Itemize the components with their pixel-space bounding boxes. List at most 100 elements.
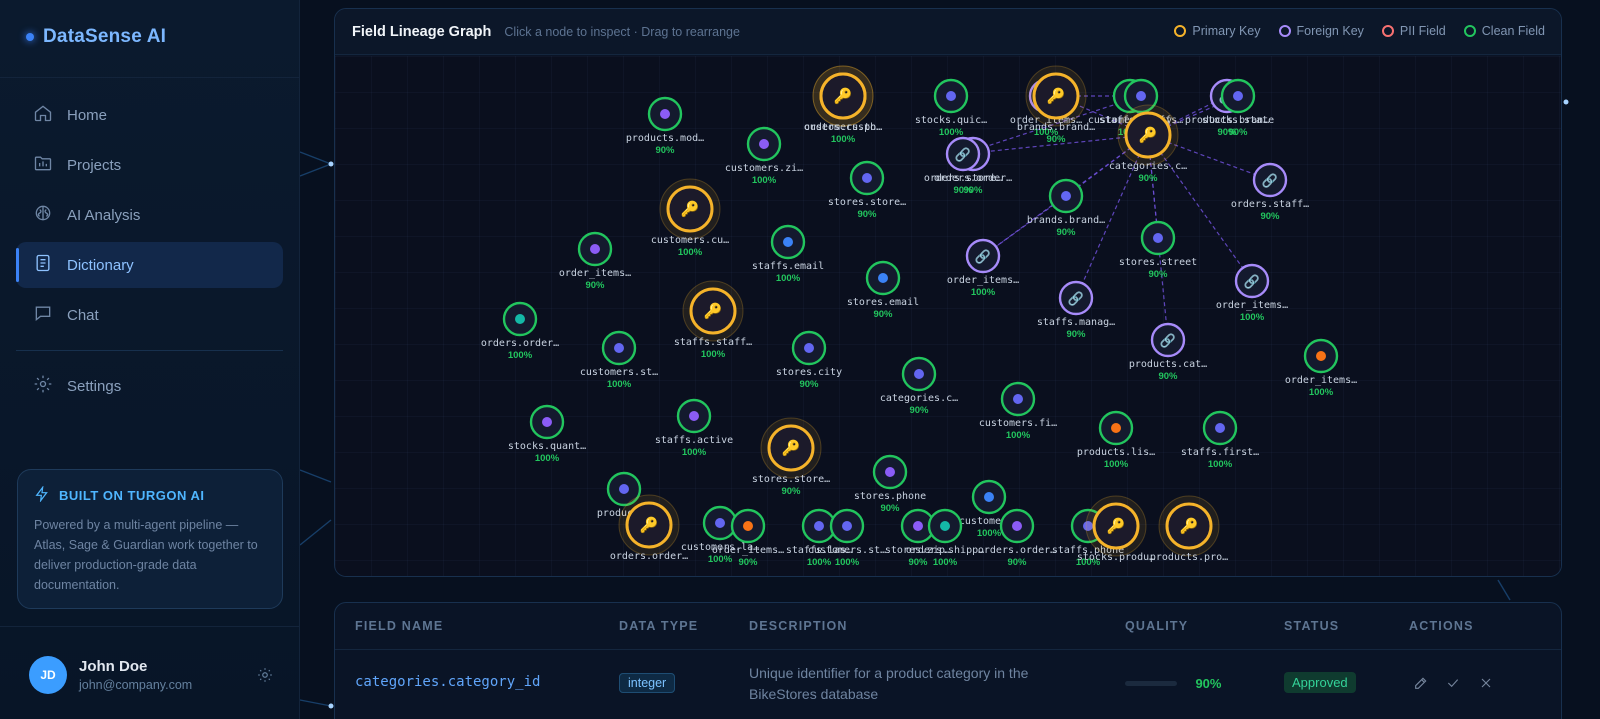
graph-node[interactable]: stocks.quic…100% (915, 78, 987, 138)
graph-node[interactable]: staffs.active100% (655, 398, 733, 458)
column-header-description[interactable]: DESCRIPTION (749, 619, 848, 633)
graph-node[interactable]: categories.c…90% (880, 356, 958, 416)
node-label: customers.zi… (725, 163, 803, 174)
graph-node[interactable]: 🔑 orders.custo…100% (804, 65, 882, 145)
approve-check-icon[interactable] (1445, 675, 1461, 691)
sidebar-item-projects[interactable]: Projects (16, 142, 283, 188)
node-label: products.cat… (1129, 359, 1207, 370)
node-dot-icon (715, 518, 725, 528)
node-quality: 90% (655, 145, 675, 156)
node-quality: 90% (1066, 329, 1086, 340)
node-quality: 100% (835, 557, 860, 568)
node-dot-icon (743, 521, 753, 531)
graph-node[interactable]: order_items…90% (559, 231, 631, 291)
graph-node[interactable]: 🔑 stocks.produ… (1077, 495, 1155, 563)
graph-node[interactable]: 🔗 order_items…100% (1216, 263, 1288, 323)
node-label: brands.brand… (1027, 215, 1105, 226)
column-header-field-name[interactable]: FIELD NAME (355, 619, 443, 633)
node-quality: 90% (880, 503, 900, 514)
sidebar-item-chat[interactable]: Chat (16, 292, 283, 338)
graph-node[interactable]: 🔗 orders.staff…90% (1231, 162, 1309, 222)
user-name: John Doe (79, 658, 148, 675)
avatar[interactable]: JD (29, 656, 67, 694)
graph-node[interactable]: 🔑 customers.cu…100% (651, 178, 729, 258)
graph-node[interactable]: brands.brand…90% (1027, 178, 1105, 238)
graph-node[interactable]: customers.fi…100% (979, 381, 1057, 441)
edit-icon[interactable] (1413, 675, 1429, 691)
graph-node[interactable]: stores.city90% (776, 330, 842, 390)
column-header-status[interactable]: STATUS (1284, 619, 1339, 633)
user-email: john@company.com (79, 678, 193, 692)
node-label: stores.store… (752, 474, 830, 485)
reject-close-icon[interactable] (1478, 675, 1494, 691)
graph-node[interactable]: stocks.quant…100% (508, 404, 586, 464)
sidebar-divider (0, 626, 300, 627)
legend-ring-icon (1381, 25, 1394, 37)
graph-node[interactable]: 🔗 staffs.manag…90% (1037, 280, 1115, 340)
data-type-cell: integer (619, 673, 676, 693)
graph-node[interactable]: stores.email90% (847, 260, 919, 320)
node-quality: 90% (585, 280, 605, 291)
graph-node[interactable]: customers.st…100% (580, 330, 658, 390)
node-quality: 100% (682, 447, 707, 458)
node-quality: 90% (953, 185, 973, 196)
graph-node[interactable]: 🔑 stores.store…90% (752, 417, 830, 497)
sidebar-item-label: AI Analysis (67, 206, 141, 224)
legend-item-foreign-key: Foreign Key (1278, 24, 1364, 38)
node-label: staffs.email (752, 261, 824, 272)
field-name-cell[interactable]: categories.category_id (355, 674, 540, 690)
node-label: customers.st… (580, 367, 658, 378)
brain-icon (33, 203, 53, 227)
brand-logo[interactable]: DataSense AI (26, 26, 166, 48)
graph-node[interactable]: stores.store…90% (828, 160, 906, 220)
graph-node[interactable]: customers.zi…100% (725, 126, 803, 186)
lineage-graph-svg[interactable]: products.mod…90%customers.zi…100%🔑custom… (335, 56, 1562, 577)
graph-node[interactable]: order_items…100% (1285, 338, 1357, 398)
node-dot-icon (1111, 423, 1121, 433)
node-label: stores.phone (854, 491, 926, 502)
graph-node[interactable]: staffs.first…100% (1181, 410, 1259, 470)
node-label: customers.cu… (651, 235, 729, 246)
graph-node[interactable]: 🔗 products.cat…90% (1129, 322, 1207, 382)
node-label: orders.store… (924, 173, 1002, 184)
graph-node[interactable]: 🔑 products.pro… (1150, 495, 1228, 563)
graph-node[interactable]: orders.order…100% (481, 301, 559, 361)
node-quality: 90% (799, 379, 819, 390)
table-row[interactable]: categories.category_id integer Unique id… (335, 650, 1561, 719)
sidebar-item-dictionary[interactable]: Dictionary (16, 242, 283, 288)
node-quality: 100% (939, 127, 964, 138)
graph-node[interactable]: 🔗 order_items…100% (947, 238, 1019, 298)
node-dot-icon (842, 521, 852, 531)
link-icon: 🔗 (975, 248, 991, 265)
node-label: orders.staff… (1231, 199, 1309, 210)
graph-node[interactable]: stores.street90% (1119, 220, 1197, 280)
graph-node[interactable]: staffs.email100% (752, 224, 824, 284)
sidebar-item-home[interactable]: Home (16, 92, 283, 138)
column-header-data-type[interactable]: DATA TYPE (619, 619, 698, 633)
graph-node[interactable]: stores.phone90% (854, 454, 926, 514)
user-settings-gear-icon[interactable] (256, 666, 274, 684)
node-label: stores.street (1119, 257, 1197, 268)
quality-cell: 90% (1125, 675, 1221, 693)
sidebar-item-label: Chat (67, 306, 99, 324)
graph-node[interactable]: 🔑 staffs.staff…100% (674, 280, 752, 360)
node-dot-icon (1233, 91, 1243, 101)
sidebar-item-ai-analysis[interactable]: AI Analysis (16, 192, 283, 238)
node-quality: 90% (738, 557, 758, 568)
graph-node[interactable]: products.lis…100% (1077, 410, 1155, 470)
turgon-promo-card: BUILT ON TURGON AI Powered by a multi-ag… (17, 469, 283, 609)
fields-table: FIELD NAME DATA TYPE DESCRIPTION QUALITY… (334, 602, 1562, 719)
user-profile[interactable]: JD John Doe john@company.com (29, 656, 274, 694)
sidebar-item-settings[interactable]: Settings (16, 363, 283, 409)
link-icon: 🔗 (1160, 332, 1176, 349)
graph-node[interactable]: 🔑 brands.brand…90% (1017, 65, 1095, 145)
graph-node[interactable]: products.mod…90% (626, 96, 704, 156)
node-dot-icon (862, 173, 872, 183)
column-header-quality[interactable]: QUALITY (1125, 619, 1188, 633)
graph-node[interactable]: 🔗 orders.store…90% (924, 136, 1002, 196)
node-label: orders.order… (481, 338, 559, 349)
node-dot-icon (1316, 351, 1326, 361)
graph-header: Field Lineage Graph Click a node to insp… (335, 9, 1561, 55)
lineage-graph-canvas[interactable]: products.mod…90%customers.zi…100%🔑custom… (335, 56, 1562, 577)
link-icon: 🔗 (1244, 273, 1260, 290)
